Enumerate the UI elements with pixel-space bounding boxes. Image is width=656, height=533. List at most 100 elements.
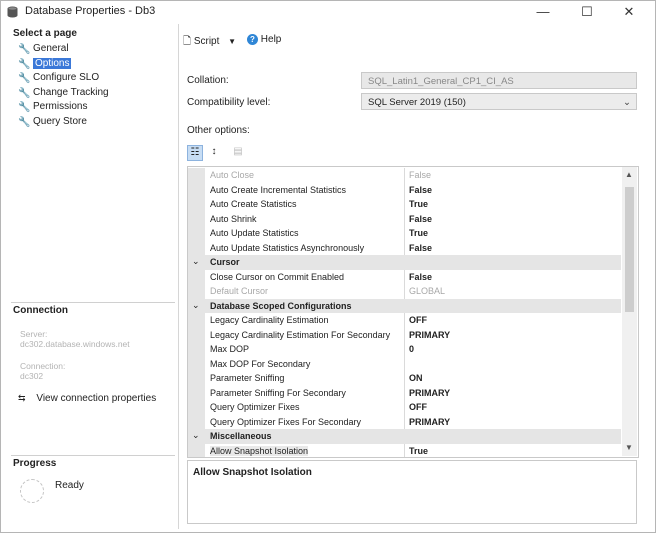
script-icon: 🗋 xyxy=(183,36,192,47)
grid-property-row[interactable]: Auto Create Incremental Statistics False xyxy=(188,182,621,197)
sidebar-item-configure-slo[interactable]: 🔧 Configure SLO xyxy=(16,71,99,84)
column-divider xyxy=(404,342,405,357)
grid-property-row[interactable]: Max DOP 0 xyxy=(188,342,621,357)
grid-property-row[interactable]: Close Cursor on Commit Enabled False xyxy=(188,269,621,284)
server-value: dc302.database.windows.net xyxy=(20,339,130,349)
grid-property-row[interactable]: Legacy Cardinality Estimation For Second… xyxy=(188,327,621,342)
categorized-view-icon[interactable]: ☷ xyxy=(187,145,203,161)
column-divider xyxy=(404,168,405,183)
grid-property-row[interactable]: Auto Close False xyxy=(188,168,621,183)
collapse-icon[interactable]: ⌄ xyxy=(192,300,200,311)
grid-property-row[interactable]: Query Optimizer Fixes For Secondary PRIMA… xyxy=(188,414,621,429)
grid-property-row[interactable]: Legacy Cardinality Estimation OFF xyxy=(188,313,621,328)
scroll-down-icon[interactable]: ▼ xyxy=(625,443,633,452)
property-value[interactable]: PRIMARY xyxy=(409,417,450,427)
column-divider xyxy=(404,226,405,241)
row-gutter xyxy=(188,342,205,357)
row-gutter xyxy=(188,371,205,386)
property-value[interactable]: False xyxy=(409,214,432,224)
other-options-label: Other options: xyxy=(187,125,250,136)
sidebar-item-label: Configure SLO xyxy=(33,72,100,83)
view-connection-label: View connection properties xyxy=(36,393,157,404)
sidebar-item-options[interactable]: 🔧 Options xyxy=(16,57,72,70)
column-divider xyxy=(404,313,405,328)
grid-category-row[interactable]: ⌄ Cursor xyxy=(188,255,621,270)
grid-property-row[interactable]: Query Optimizer Fixes OFF xyxy=(188,400,621,415)
close-button[interactable]: ✕ xyxy=(609,1,649,23)
category-name: Cursor xyxy=(210,257,240,267)
property-value[interactable]: False xyxy=(409,185,432,195)
category-name: Database Scoped Configurations xyxy=(210,300,352,311)
row-gutter xyxy=(188,414,205,429)
column-divider xyxy=(404,197,405,212)
row-gutter xyxy=(188,284,205,299)
column-divider xyxy=(404,327,405,342)
progress-separator xyxy=(11,455,175,456)
scrollbar-thumb[interactable] xyxy=(625,187,634,312)
wrench-icon: 🔧 xyxy=(18,58,31,70)
sidebar-item-label: Change Tracking xyxy=(33,86,109,98)
property-value[interactable]: True xyxy=(409,199,428,209)
row-gutter xyxy=(188,211,205,226)
sidebar-item-general[interactable]: 🔧 General xyxy=(16,42,69,55)
row-gutter xyxy=(188,269,205,284)
script-button[interactable]: 🗋 Script ▼ xyxy=(183,34,236,51)
sort-alphabetical-icon[interactable]: ↕ xyxy=(207,145,221,159)
grid-property-row[interactable]: Max DOP For Secondary xyxy=(188,356,621,371)
grid-property-row[interactable]: Default Cursor GLOBAL xyxy=(188,284,621,299)
property-value[interactable]: OFF xyxy=(409,315,427,325)
property-value[interactable]: OFF xyxy=(409,402,427,412)
compatibility-level-select[interactable]: SQL Server 2019 (150) ⌄ xyxy=(361,93,637,110)
property-name: Max DOP For Secondary xyxy=(210,358,311,369)
grid-category-row[interactable]: ⌄ Miscellaneous xyxy=(188,429,621,444)
grid-category-row[interactable]: ⌄ Database Scoped Configurations xyxy=(188,298,621,313)
property-value[interactable]: PRIMARY xyxy=(409,388,450,398)
row-gutter xyxy=(188,197,205,212)
grid-property-row[interactable]: Auto Create Statistics True xyxy=(188,197,621,212)
property-value[interactable]: GLOBAL xyxy=(409,286,445,296)
column-divider xyxy=(404,385,405,400)
minimize-button[interactable]: — xyxy=(523,1,563,23)
property-name: Legacy Cardinality Estimation xyxy=(210,315,329,325)
grid-property-row[interactable]: Auto Update Statistics Asynchronously Fal… xyxy=(188,240,621,255)
options-property-grid[interactable]: Auto Close False Auto Create Incremental S… xyxy=(187,166,639,458)
grid-property-row[interactable]: Allow Snapshot Isolation True xyxy=(188,443,621,457)
grid-scrollbar[interactable]: ▲ ▼ xyxy=(622,167,637,456)
title-bar[interactable]: Database Properties - Db3 — ☐ ✕ xyxy=(1,1,655,23)
wrench-icon: 🔧 xyxy=(18,87,31,99)
dialog-window: Database Properties - Db3 — ☐ ✕ Select a… xyxy=(0,0,656,533)
property-value[interactable]: False xyxy=(409,170,431,180)
property-value[interactable]: 0 xyxy=(409,344,414,354)
scroll-up-icon[interactable]: ▲ xyxy=(625,170,633,179)
property-value[interactable]: PRIMARY xyxy=(409,330,450,340)
column-divider xyxy=(404,269,405,284)
progress-heading: Progress xyxy=(13,458,57,469)
grid-property-row[interactable]: Parameter Sniffing For Secondary PRIMARY xyxy=(188,385,621,400)
sidebar-item-change-tracking[interactable]: 🔧 Change Tracking xyxy=(16,86,109,99)
window-title: Database Properties - Db3 xyxy=(25,5,156,17)
property-value[interactable]: ON xyxy=(409,373,423,383)
property-name: Auto Shrink xyxy=(210,213,257,224)
maximize-button[interactable]: ☐ xyxy=(567,1,607,23)
property-name: Auto Close xyxy=(210,170,255,180)
collapse-icon[interactable]: ⌄ xyxy=(192,256,200,267)
row-gutter xyxy=(188,226,205,241)
grid-property-row[interactable]: Parameter Sniffing ON xyxy=(188,371,621,386)
sidebar-item-permissions[interactable]: 🔧 Permissions xyxy=(16,100,87,113)
property-value[interactable]: False xyxy=(409,243,432,253)
property-name: Query Optimizer Fixes xyxy=(210,402,300,412)
property-name: Auto Update Statistics Asynchronously xyxy=(210,242,365,253)
row-gutter xyxy=(188,168,205,183)
property-value[interactable]: False xyxy=(409,272,432,282)
collation-label: Collation: xyxy=(187,75,229,86)
view-connection-properties-link[interactable]: ⇆ View connection properties xyxy=(18,393,156,404)
grid-property-row[interactable]: Auto Shrink False xyxy=(188,211,621,226)
property-pages-icon[interactable]: ▤ xyxy=(231,145,245,159)
sidebar-item-query-store[interactable]: 🔧 Query Store xyxy=(16,115,87,128)
property-value[interactable]: True xyxy=(409,446,428,456)
property-value[interactable]: True xyxy=(409,228,428,238)
grid-property-row[interactable]: Auto Update Statistics True xyxy=(188,226,621,241)
property-name: Query Optimizer Fixes For Secondary xyxy=(210,416,362,427)
help-button[interactable]: ? Help xyxy=(247,34,281,45)
collapse-icon[interactable]: ⌄ xyxy=(192,430,200,441)
